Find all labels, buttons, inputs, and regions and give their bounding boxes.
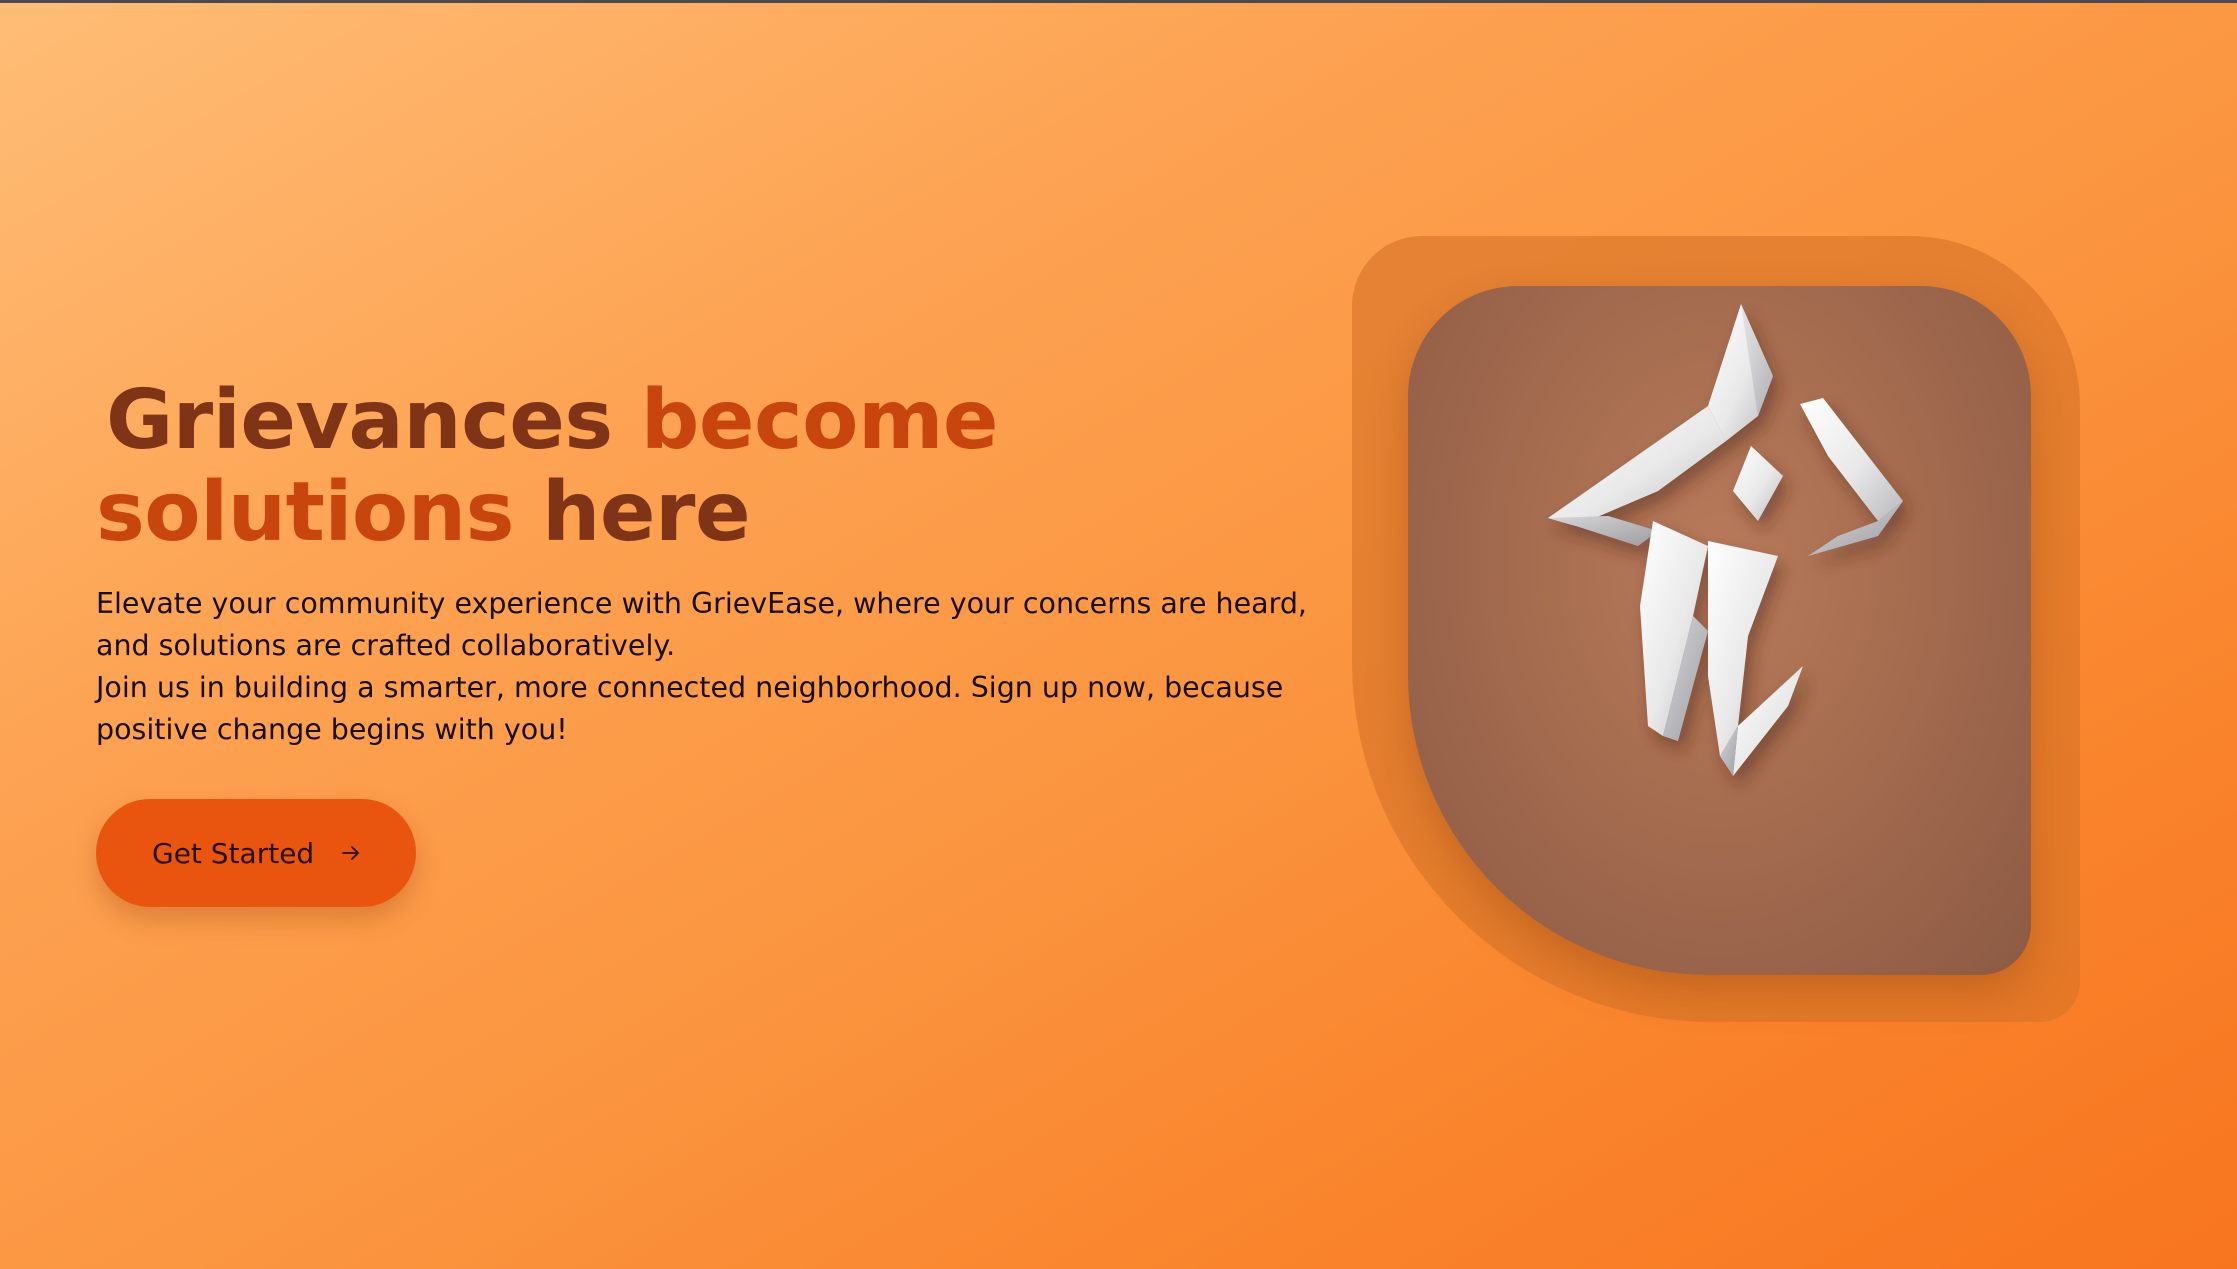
get-started-button[interactable]: Get Started	[96, 799, 417, 907]
grievease-emblem-icon	[1548, 304, 1903, 776]
hero-section: Grievances become solutions here Elevate…	[96, 375, 1307, 907]
hero-description: Elevate your community experience with G…	[96, 583, 1307, 751]
get-started-label: Get Started	[152, 836, 315, 870]
hero-headline: Grievances become solutions here	[96, 375, 1296, 559]
headline-word-grievances: Grievances	[106, 373, 613, 468]
description-line: positive change begins with you!	[96, 713, 568, 746]
headline-line-1: Grievances become	[96, 375, 1296, 467]
description-line: and solutions are crafted collaborativel…	[96, 629, 676, 662]
headline-word-become: become	[640, 373, 999, 468]
headline-word-solutions: solutions	[96, 465, 514, 560]
grievease-logo	[1408, 286, 2031, 975]
headline-line-2: solutions here	[96, 467, 1296, 559]
arrow-right-icon	[340, 842, 362, 864]
top-border	[0, 0, 2237, 3]
description-line: Join us in building a smarter, more conn…	[96, 671, 1284, 704]
description-line: Elevate your community experience with G…	[96, 587, 1307, 620]
headline-word-here: here	[542, 465, 751, 560]
